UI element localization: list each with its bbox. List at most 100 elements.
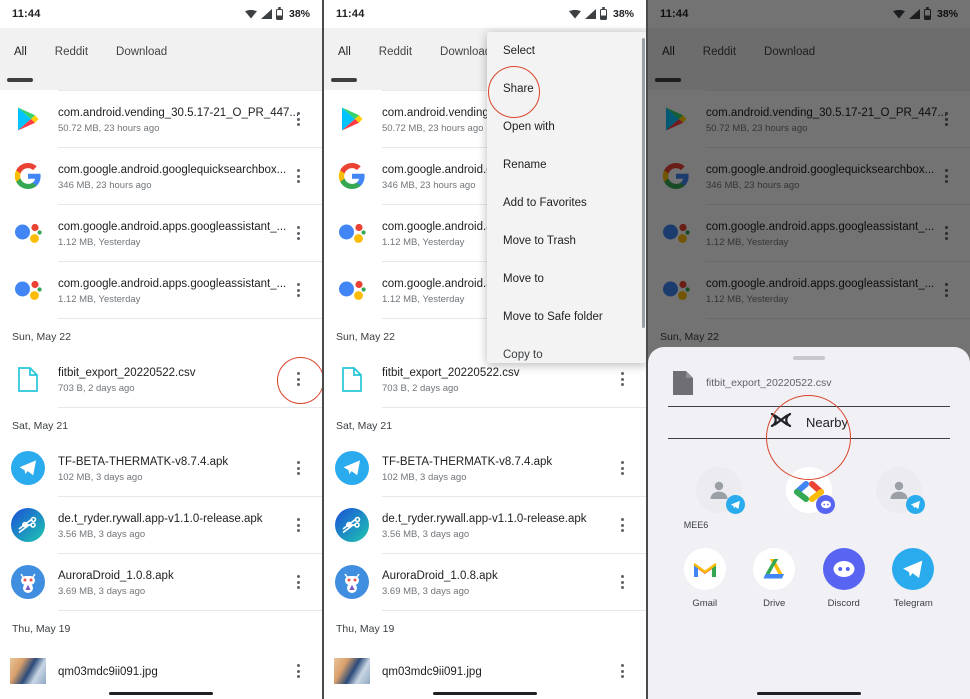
file-name: fitbit_export_20220522.csv — [382, 367, 520, 379]
rywall-icon — [334, 507, 370, 543]
more-options-icon[interactable] — [286, 158, 310, 194]
battery-percent: 38% — [288, 8, 310, 20]
file-name: de.t_ryder.rywall.app-v1.1.0-release.apk — [382, 513, 587, 525]
app-item-gmail[interactable]: Gmail — [674, 548, 736, 609]
menu-scrollbar[interactable] — [642, 38, 645, 328]
table-row[interactable]: com.google.android.apps.googleassistant_… — [0, 205, 322, 261]
file-name: com.android.vending_30.5.17-21_O_PR_447.… — [58, 107, 300, 119]
app-item-drive[interactable]: Drive — [743, 548, 805, 609]
table-row[interactable]: TF-BETA-THERMATK-v8.7.4.apk 102 MB, 3 da… — [324, 440, 646, 496]
signal-icon — [584, 9, 596, 19]
menu-item-move-to-trash[interactable]: Move to Trash — [487, 222, 646, 260]
file-name: com.google.android.apps.googleassistant_… — [58, 278, 287, 290]
more-options-icon[interactable] — [286, 215, 310, 251]
gmail-icon — [683, 548, 726, 590]
telegram-icon — [334, 450, 370, 486]
table-row[interactable]: TF-BETA-THERMATK-v8.7.4.apk 102 MB, 3 da… — [0, 440, 322, 496]
more-options-icon[interactable] — [610, 564, 634, 600]
contact-label: MEE6 — [683, 520, 709, 530]
file-meta: com.google.android.apps.googleassistant_… — [58, 274, 286, 306]
google-assistant-icon — [10, 272, 46, 308]
date-header: Sat, May 21 — [0, 408, 322, 440]
more-options-icon[interactable] — [610, 450, 634, 486]
table-row[interactable]: de.t_ryder.rywall.app-v1.1.0-release.apk… — [324, 497, 646, 553]
menu-item-open-with[interactable]: Open with — [487, 108, 646, 146]
tab-reddit[interactable]: Reddit — [41, 44, 102, 60]
more-options-icon[interactable] — [286, 653, 310, 689]
table-row[interactable]: de.t_ryder.rywall.app-v1.1.0-release.apk… — [0, 497, 322, 553]
file-meta: de.t_ryder.rywall.app-v1.1.0-release.apk… — [382, 509, 610, 541]
photo-thumbnail — [10, 653, 46, 689]
status-bar: 11:44 38% — [324, 0, 646, 28]
tab-all[interactable]: All — [0, 44, 41, 60]
nav-bar-handle — [324, 692, 646, 695]
auroradroid-icon — [10, 564, 46, 600]
more-options-icon[interactable] — [610, 653, 634, 689]
tab-bar: All Reddit Download — [0, 28, 322, 90]
tab-download[interactable]: Download — [102, 44, 181, 60]
file-name: TF-BETA-THERMATK-v8.7.4.apk — [58, 456, 229, 468]
file-meta: AuroraDroid_1.0.8.apk 3.69 MB, 3 days ag… — [382, 566, 610, 598]
battery-icon — [275, 7, 283, 20]
status-time: 11:44 — [12, 8, 41, 20]
file-list: com.android.vending_30.5.17-21_O_PR_447.… — [0, 90, 322, 699]
tab-reddit[interactable]: Reddit — [365, 44, 426, 60]
file-name: TF-BETA-THERMATK-v8.7.4.apk — [382, 456, 553, 468]
google-assistant-icon — [334, 272, 370, 308]
app-item-discord[interactable]: Discord — [813, 548, 875, 609]
nearby-share-row[interactable]: Nearby — [668, 406, 950, 439]
menu-item-move-to-safe-folder[interactable]: Move to Safe folder — [487, 298, 646, 336]
file-subtitle: 1.12 MB, Yesterday — [58, 237, 141, 248]
status-icons: 38% — [568, 7, 634, 20]
more-options-icon[interactable] — [286, 361, 310, 397]
tab-all[interactable]: All — [324, 44, 365, 60]
shared-file-row: fitbit_export_20220522.csv — [648, 360, 970, 396]
app-item-telegram[interactable]: Telegram — [882, 548, 944, 609]
date-header: Thu, May 19 — [0, 611, 322, 643]
contact-item[interactable] — [872, 467, 926, 532]
photo-thumbnail — [334, 653, 370, 689]
menu-item-add-to-favorites[interactable]: Add to Favorites — [487, 184, 646, 222]
file-meta: qm03mdc9ii091.jpg — [382, 662, 610, 680]
play-store-icon — [10, 101, 46, 137]
table-row[interactable]: fitbit_export_20220522.csv 703 B, 2 days… — [0, 351, 322, 407]
google-g-icon — [10, 158, 46, 194]
status-icons: 38% — [244, 7, 310, 20]
contact-item[interactable]: MEE6 — [684, 467, 746, 532]
date-header: Sat, May 21 — [324, 408, 646, 440]
table-row[interactable]: com.google.android.apps.googleassistant_… — [0, 262, 322, 318]
wifi-icon — [244, 9, 257, 19]
panel-file-list: 11:44 38% All Reddit Download com.androi… — [0, 0, 324, 699]
menu-item-move-to[interactable]: Move to — [487, 260, 646, 298]
file-name: com.google.android.googlequicksearchbox.… — [58, 164, 287, 176]
menu-item-rename[interactable]: Rename — [487, 146, 646, 184]
menu-item-share[interactable]: Share — [487, 70, 646, 108]
more-options-icon[interactable] — [286, 507, 310, 543]
telegram-badge — [726, 495, 745, 514]
menu-item-copy-to[interactable]: Copy to — [487, 336, 646, 363]
table-row[interactable]: qm03mdc9ii091.jpg — [324, 643, 646, 699]
more-options-icon[interactable] — [610, 507, 634, 543]
more-options-icon[interactable] — [286, 564, 310, 600]
contact-item[interactable] — [782, 467, 836, 532]
date-header: Sun, May 22 — [0, 319, 322, 351]
battery-percent: 38% — [612, 8, 634, 20]
share-sheet: fitbit_export_20220522.csv Nearby MEE6 G… — [648, 347, 970, 699]
file-name: qm03mdc9ii091.jpg — [382, 666, 482, 678]
table-row[interactable]: com.google.android.googlequicksearchbox.… — [0, 148, 322, 204]
file-meta: AuroraDroid_1.0.8.apk 3.69 MB, 3 days ag… — [58, 566, 286, 598]
table-row[interactable]: AuroraDroid_1.0.8.apk 3.69 MB, 3 days ag… — [324, 554, 646, 610]
more-options-icon[interactable] — [286, 101, 310, 137]
more-options-icon[interactable] — [610, 361, 634, 397]
file-subtitle: 50.72 MB, 23 hours ago — [58, 123, 160, 134]
table-row[interactable]: AuroraDroid_1.0.8.apk 3.69 MB, 3 days ag… — [0, 554, 322, 610]
google-drive-icon — [753, 548, 796, 590]
more-options-icon[interactable] — [286, 272, 310, 308]
battery-icon — [599, 7, 607, 20]
menu-item-select[interactable]: Select — [487, 32, 646, 70]
more-options-icon[interactable] — [286, 450, 310, 486]
table-row[interactable]: qm03mdc9ii091.jpg — [0, 643, 322, 699]
csv-file-icon — [334, 361, 370, 397]
table-row[interactable]: com.android.vending_30.5.17-21_O_PR_447.… — [0, 91, 322, 147]
panel-share-sheet: 11:44 38% All Reddit Download com.androi… — [648, 0, 970, 699]
